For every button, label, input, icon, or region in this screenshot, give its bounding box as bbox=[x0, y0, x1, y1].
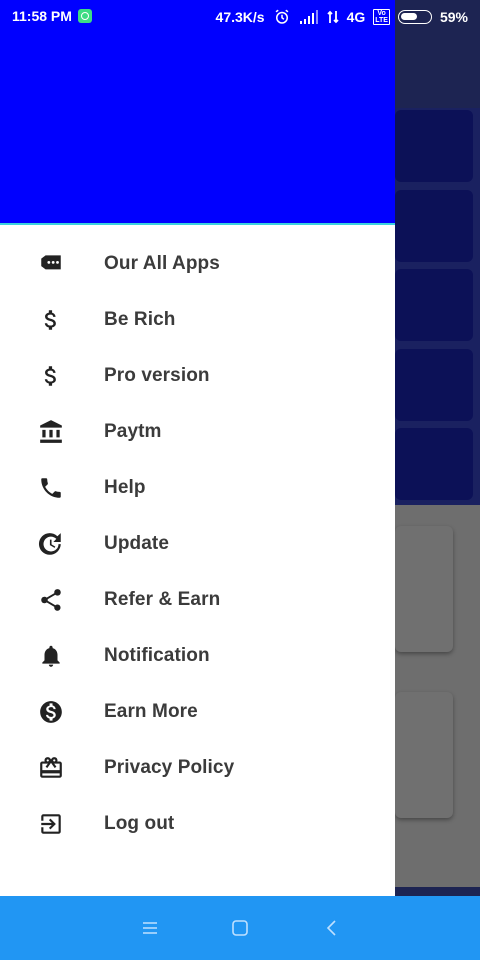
menu-item-label: Help bbox=[104, 477, 146, 498]
menu-item-label: Refer & Earn bbox=[104, 589, 221, 610]
signal-icon bbox=[299, 10, 319, 24]
bell-icon bbox=[36, 641, 66, 671]
menu-item-privacy-policy[interactable]: Privacy Policy bbox=[0, 740, 395, 796]
data-arrows-icon bbox=[326, 10, 339, 24]
drawer-header bbox=[0, 32, 395, 223]
volte-icon: Vo LTE bbox=[373, 9, 390, 25]
menu-item-label: Pro version bbox=[104, 365, 210, 386]
menu-item-label: Privacy Policy bbox=[104, 757, 235, 778]
update-icon bbox=[36, 529, 66, 559]
background-card bbox=[395, 692, 453, 818]
menu-item-label: Update bbox=[104, 533, 169, 554]
dollar-icon bbox=[36, 361, 66, 391]
menu-icon[interactable] bbox=[136, 914, 164, 942]
drawer-menu: Our All Apps Be Rich Pro version Paytm H… bbox=[0, 236, 395, 852]
gift-card-icon bbox=[36, 753, 66, 783]
menu-item-our-all-apps[interactable]: Our All Apps bbox=[0, 236, 395, 292]
home-icon[interactable] bbox=[226, 914, 254, 942]
menu-item-paytm[interactable]: Paytm bbox=[0, 404, 395, 460]
back-icon[interactable] bbox=[318, 914, 346, 942]
status-bar: 11:58 PM 47.3K/s 4G Vo LTE 59% bbox=[0, 0, 480, 32]
network-type: 4G bbox=[346, 9, 366, 25]
background-card bbox=[395, 269, 473, 341]
alarm-icon bbox=[273, 8, 291, 26]
bank-icon bbox=[36, 417, 66, 447]
screen: Our All Apps Be Rich Pro version Paytm H… bbox=[0, 0, 480, 960]
menu-item-pro-version[interactable]: Pro version bbox=[0, 348, 395, 404]
battery-percent: 59% bbox=[439, 9, 468, 25]
share-icon bbox=[36, 585, 66, 615]
menu-item-help[interactable]: Help bbox=[0, 460, 395, 516]
background-card bbox=[395, 110, 473, 182]
menu-item-label: Notification bbox=[104, 645, 210, 666]
dollar-circle-icon bbox=[36, 697, 66, 727]
apps-chat-icon bbox=[36, 249, 66, 279]
background-card bbox=[395, 349, 473, 421]
battery-icon bbox=[397, 10, 432, 24]
background-bottom-bar bbox=[395, 887, 480, 896]
menu-item-be-rich[interactable]: Be Rich bbox=[0, 292, 395, 348]
background-card bbox=[395, 190, 473, 262]
menu-item-refer-earn[interactable]: Refer & Earn bbox=[0, 572, 395, 628]
menu-item-update[interactable]: Update bbox=[0, 516, 395, 572]
menu-item-earn-more[interactable]: Earn More bbox=[0, 684, 395, 740]
background-card bbox=[395, 428, 473, 500]
menu-item-label: Earn More bbox=[104, 701, 198, 722]
menu-item-label: Paytm bbox=[104, 421, 162, 442]
dollar-icon bbox=[36, 305, 66, 335]
drawer-header-divider bbox=[0, 223, 395, 225]
system-nav-bar bbox=[0, 896, 480, 960]
menu-item-label: Our All Apps bbox=[104, 253, 220, 274]
menu-item-notification[interactable]: Notification bbox=[0, 628, 395, 684]
menu-item-log-out[interactable]: Log out bbox=[0, 796, 395, 852]
navigation-drawer: Our All Apps Be Rich Pro version Paytm H… bbox=[0, 0, 395, 896]
logout-icon bbox=[36, 809, 66, 839]
network-speed: 47.3K/s bbox=[215, 9, 265, 25]
menu-item-label: Be Rich bbox=[104, 309, 176, 330]
phone-icon bbox=[36, 473, 66, 503]
status-time: 11:58 PM bbox=[12, 8, 72, 24]
background-card bbox=[395, 526, 453, 652]
whatsapp-icon bbox=[77, 9, 92, 23]
menu-item-label: Log out bbox=[104, 813, 175, 834]
